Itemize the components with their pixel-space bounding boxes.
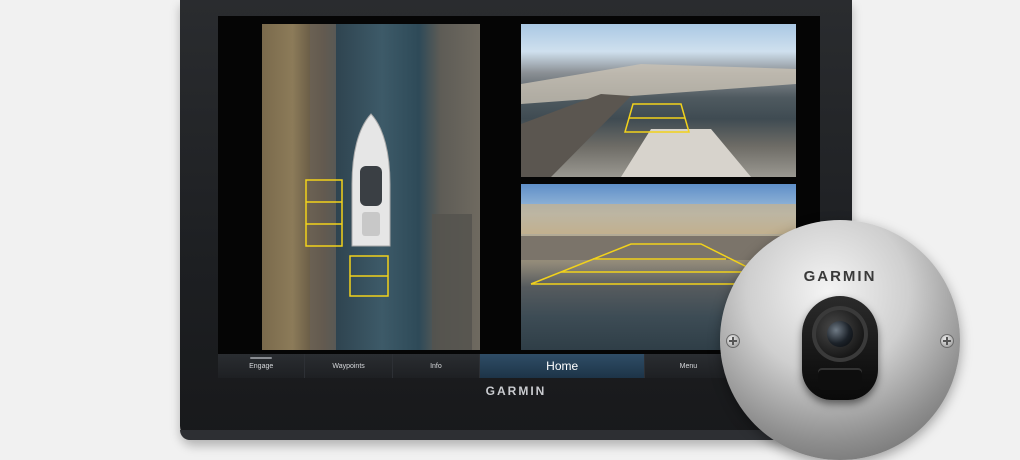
home-softkey[interactable]: Home	[480, 354, 646, 378]
dock-walkway-right	[432, 214, 472, 350]
softkey-label: Info	[430, 362, 442, 370]
boat-icon	[351, 113, 391, 247]
waypoints-softkey[interactable]: Waypoints	[305, 354, 393, 378]
boat-bow	[621, 129, 751, 177]
engage-softkey[interactable]: Engage	[218, 354, 306, 378]
softkey-label: Home	[546, 359, 579, 373]
menu-softkey[interactable]: Menu	[645, 354, 733, 378]
screw-icon	[940, 334, 954, 348]
docking-guide-stern	[349, 255, 389, 297]
camera-lens-icon	[802, 296, 878, 400]
overhead-scene	[305, 24, 472, 350]
camera-brand-logo: GARMIN	[803, 268, 877, 285]
engage-indicator	[250, 357, 273, 359]
waterfront-buildings	[521, 204, 796, 234]
screw-icon	[726, 334, 740, 348]
surround-camera-unit: GARMIN	[720, 220, 960, 460]
dock-walkway-left	[310, 24, 336, 350]
lens-glass	[827, 321, 853, 347]
info-softkey[interactable]: Info	[392, 354, 481, 378]
bow-camera-view[interactable]	[521, 24, 796, 177]
softkey-label: Menu	[679, 362, 698, 370]
harbor-buildings	[521, 64, 796, 104]
overhead-surround-view[interactable]	[262, 24, 480, 350]
softkey-label: Engage	[249, 362, 274, 370]
pier-left	[521, 94, 631, 177]
bezel-lip	[180, 430, 852, 440]
bow-scene	[521, 64, 796, 177]
parking-guide-bow	[624, 103, 690, 133]
lens-ring	[812, 306, 868, 362]
lens-mount	[818, 368, 862, 390]
softkey-label: Waypoints	[332, 362, 365, 370]
